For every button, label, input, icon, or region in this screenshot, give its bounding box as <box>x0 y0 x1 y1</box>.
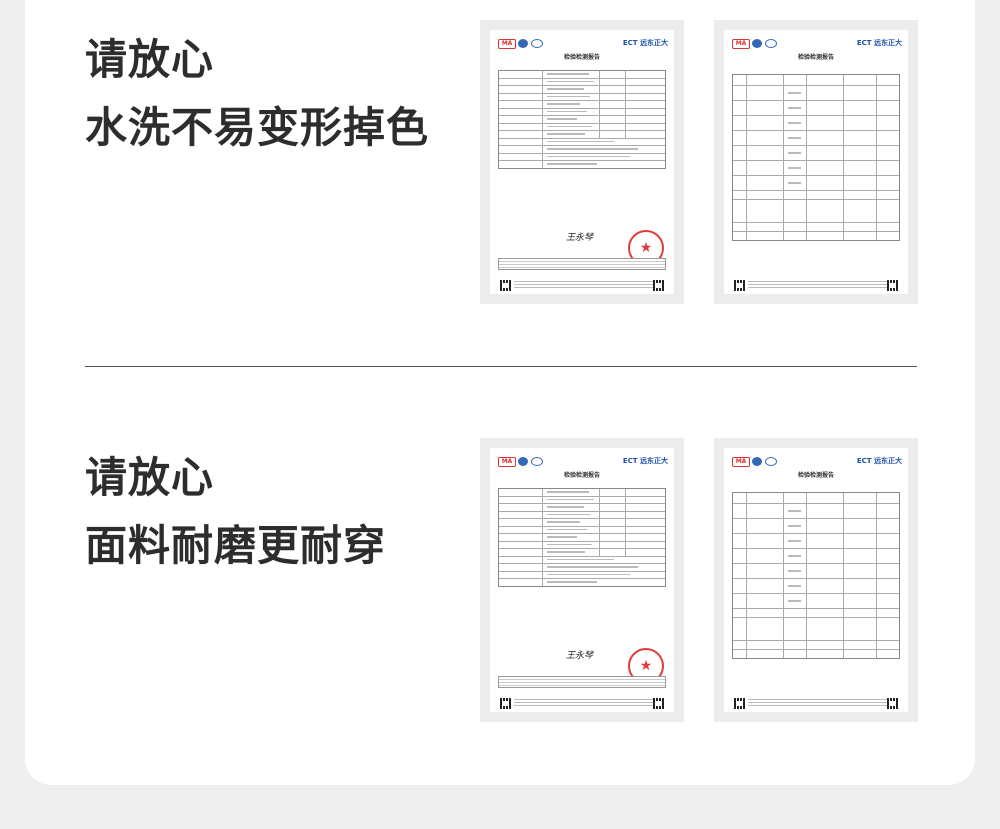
report-footer <box>514 281 656 289</box>
report-logo-row: MA ECT 远东正大 <box>732 38 902 50</box>
report-paper: MA ECT 远东正大 检验检测报告 <box>490 30 674 294</box>
ilac-logo <box>531 457 543 466</box>
brand-logo: ECT 远东正大 <box>856 457 902 465</box>
heading-line-1: 请放心 <box>85 453 215 502</box>
signature: 王永琴 <box>566 651 594 661</box>
qr-code-icon <box>500 280 511 291</box>
qr-code-icon <box>734 280 745 291</box>
report-footer <box>748 281 890 289</box>
cma-logo: MA <box>498 457 516 467</box>
section-wear: 请放心 面料耐磨更耐穿 MA ECT 远东正大 检验检测报告 王永琴 ★ MA … <box>25 418 975 748</box>
cnas-logo <box>518 39 528 48</box>
test-report-page-1: MA ECT 远东正大 检验检测报告 王永琴 ★ <box>480 438 684 722</box>
qr-code-icon <box>887 698 898 709</box>
report-logo-row: MA ECT 远东正大 <box>498 38 668 50</box>
test-report-page-1: MA ECT 远东正大 检验检测报告 王永琴 ★ <box>480 20 684 304</box>
report-logo-row: MA ECT 远东正大 <box>498 456 668 468</box>
report-paper: MA ECT 远东正大 检验检测报告 <box>724 30 908 294</box>
ilac-logo <box>531 39 543 48</box>
report-title: 检验检测报告 <box>797 54 834 61</box>
report-info-table <box>498 70 666 169</box>
report-title: 检验检测报告 <box>563 54 600 61</box>
cma-logo: MA <box>732 457 750 467</box>
cnas-logo <box>518 457 528 466</box>
section-heading: 请放心 水洗不易变形掉色 <box>85 34 429 154</box>
test-report-page-2: MA ECT 远东正大 检验检测报告 <box>714 20 918 304</box>
content-card: 请放心 水洗不易变形掉色 MA ECT 远东正大 检验检测报告 王永琴 ★ MA… <box>25 0 975 785</box>
heading-line-1: 请放心 <box>85 35 215 84</box>
report-results-table <box>732 74 900 241</box>
qr-code-icon <box>887 280 898 291</box>
report-title: 检验检测报告 <box>563 472 600 479</box>
qr-code-icon <box>653 698 664 709</box>
brand-logo: ECT 远东正大 <box>622 39 668 47</box>
ilac-logo <box>765 457 777 466</box>
qr-code-icon <box>500 698 511 709</box>
section-wash: 请放心 水洗不易变形掉色 MA ECT 远东正大 检验检测报告 王永琴 ★ MA… <box>25 0 975 330</box>
report-logo-row: MA ECT 远东正大 <box>732 456 902 468</box>
cma-logo: MA <box>732 39 750 49</box>
heading-line-2: 面料耐磨更耐穿 <box>85 521 387 570</box>
report-footer <box>748 699 890 707</box>
report-paper: MA ECT 远东正大 检验检测报告 <box>724 448 908 712</box>
cnas-logo <box>752 457 762 466</box>
qr-code-icon <box>653 280 664 291</box>
report-results-table <box>732 492 900 659</box>
signature: 王永琴 <box>566 233 594 243</box>
report-note <box>498 676 666 688</box>
qr-code-icon <box>734 698 745 709</box>
cnas-logo <box>752 39 762 48</box>
report-footer <box>514 699 656 707</box>
report-paper: MA ECT 远东正大 检验检测报告 <box>490 448 674 712</box>
brand-logo: ECT 远东正大 <box>622 457 668 465</box>
ilac-logo <box>765 39 777 48</box>
heading-line-2: 水洗不易变形掉色 <box>85 103 430 152</box>
test-report-page-2: MA ECT 远东正大 检验检测报告 <box>714 438 918 722</box>
section-heading: 请放心 面料耐磨更耐穿 <box>85 452 386 572</box>
section-divider <box>85 366 917 367</box>
report-title: 检验检测报告 <box>797 472 834 479</box>
brand-logo: ECT 远东正大 <box>856 39 902 47</box>
report-note <box>498 258 666 270</box>
cma-logo: MA <box>498 39 516 49</box>
report-info-table <box>498 488 666 587</box>
